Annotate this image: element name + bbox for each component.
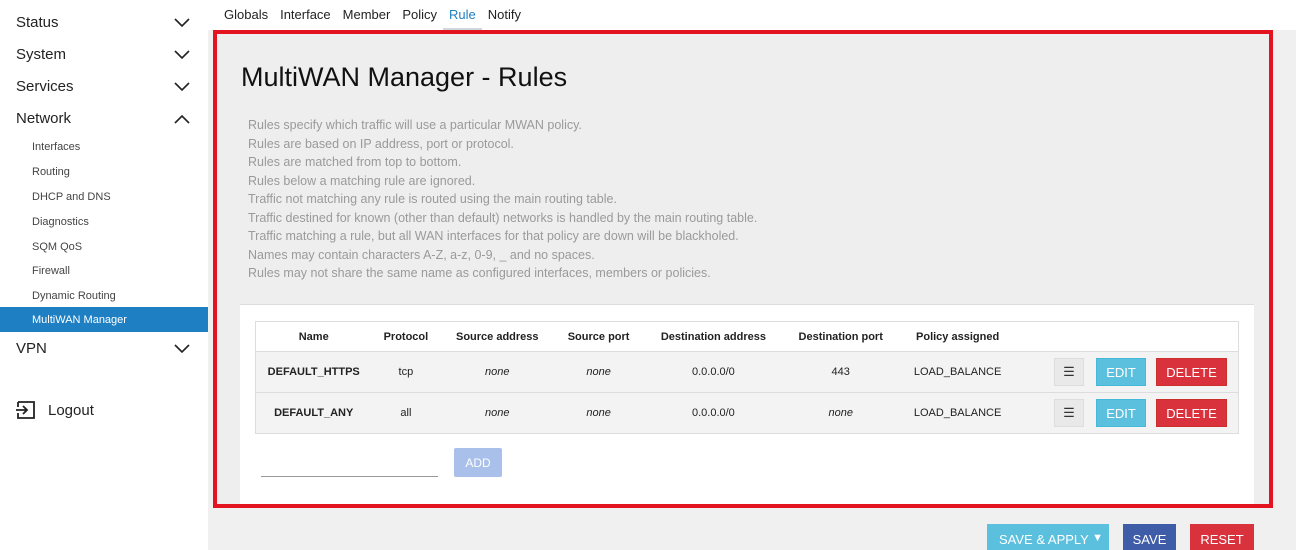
cell-source-port: none (554, 351, 644, 393)
rules-section: MultiWAN Manager - Rules Rules specify w… (213, 30, 1273, 508)
table-row: DEFAULT_HTTPS tcp none none 0.0.0.0/0 44… (255, 351, 1239, 393)
edit-button[interactable]: EDIT (1096, 399, 1146, 427)
page-description: Rules specify which traffic will use a p… (248, 116, 757, 283)
cell-actions: ☰ EDIT DELETE (1017, 351, 1239, 393)
sidebar-item-label: Services (16, 77, 74, 95)
column-header-policy-assigned: Policy assigned (897, 321, 1018, 352)
description-line: Rules are matched from top to bottom. (248, 155, 462, 169)
cell-actions: ☰ EDIT DELETE (1017, 392, 1239, 434)
sidebar-item-multiwan-manager[interactable]: MultiWAN Manager (0, 307, 208, 332)
cell-destination-port: none (783, 392, 898, 434)
cell-destination-address: 0.0.0.0/0 (643, 392, 784, 434)
column-header-source-port: Source port (554, 321, 644, 352)
description-line: Rules are based on IP address, port or p… (248, 136, 514, 151)
sidebar-item-services[interactable]: Services (0, 70, 208, 102)
column-header-name: Name (255, 321, 372, 352)
drag-handle-button[interactable]: ☰ (1054, 358, 1084, 386)
save-and-apply-button[interactable]: SAVE & APPLY ▼ (987, 524, 1109, 550)
description-line: Rules specify which traffic will use a p… (248, 118, 582, 132)
sidebar-item-vpn[interactable]: VPN (0, 332, 208, 364)
column-header-actions (1017, 321, 1239, 352)
cell-name: DEFAULT_ANY (255, 392, 372, 434)
row-actions: ☰ EDIT DELETE (1018, 399, 1238, 427)
drag-handle-button[interactable]: ☰ (1054, 399, 1084, 427)
caret-down-icon[interactable]: ▼ (1092, 532, 1103, 544)
sidebar-item-label: VPN (16, 339, 47, 357)
sidebar-item-dynamic-routing[interactable]: Dynamic Routing (0, 283, 208, 308)
column-header-destination-address: Destination address (643, 321, 784, 352)
sidebar-item-label: System (16, 45, 67, 63)
sidebar-item-label: Diagnostics (32, 215, 89, 228)
cell-protocol: all (371, 392, 441, 434)
description-line: Names may contain characters A-Z, a-z, 0… (248, 247, 595, 262)
delete-button[interactable]: DELETE (1156, 399, 1227, 427)
tab-notify[interactable]: Notify (482, 0, 527, 30)
sidebar-item-label: DHCP and DNS (32, 190, 111, 203)
cell-source-address: none (440, 392, 555, 434)
tab-globals[interactable]: Globals (218, 0, 274, 30)
cell-name: DEFAULT_HTTPS (255, 351, 372, 393)
column-header-protocol: Protocol (371, 321, 441, 352)
table-header-row: Name Protocol Source address Source port… (255, 321, 1239, 352)
rules-panel: Name Protocol Source address Source port… (240, 304, 1254, 504)
new-rule-name-input[interactable] (261, 455, 438, 477)
chevron-down-icon (174, 18, 190, 28)
sidebar-item-dhcp-dns[interactable]: DHCP and DNS (0, 184, 208, 209)
sidebar-item-network[interactable]: Network (0, 102, 208, 134)
tab-member[interactable]: Member (337, 0, 397, 30)
reset-button[interactable]: RESET (1190, 524, 1254, 550)
sidebar: Status System Services Network Interface… (0, 0, 208, 550)
cell-protocol: tcp (371, 351, 441, 393)
sidebar-item-routing[interactable]: Routing (0, 159, 208, 184)
sidebar-item-label: Routing (32, 165, 70, 178)
sidebar-item-label: MultiWAN Manager (32, 313, 127, 326)
cell-policy: LOAD_BALANCE (897, 392, 1018, 434)
description-line: Rules may not share the same name as con… (248, 266, 711, 280)
sidebar-item-status[interactable]: Status (0, 6, 208, 38)
chevron-down-icon (174, 82, 190, 92)
add-button[interactable]: ADD (454, 448, 502, 477)
sidebar-item-label: Network (16, 109, 72, 127)
chevron-down-icon (174, 344, 190, 354)
page-title: MultiWAN Manager - Rules (241, 62, 568, 92)
row-actions: ☰ EDIT DELETE (1018, 358, 1238, 386)
column-header-destination-port: Destination port (783, 321, 898, 352)
save-and-apply-label: SAVE & APPLY (999, 531, 1089, 547)
cell-destination-port: 443 (783, 351, 898, 393)
tab-bar: Globals Interface Member Policy Rule Not… (208, 0, 1296, 30)
sidebar-item-sqm-qos[interactable]: SQM QoS (0, 234, 208, 259)
edit-button[interactable]: EDIT (1096, 358, 1146, 386)
sidebar-item-label: SQM QoS (32, 240, 83, 253)
sidebar-item-label: Firewall (32, 264, 70, 277)
logout-button[interactable]: Logout (16, 400, 94, 420)
description-line: Traffic destined for known (other than d… (248, 210, 758, 225)
chevron-down-icon (174, 50, 190, 60)
table-row: DEFAULT_ANY all none none 0.0.0.0/0 none… (255, 392, 1239, 434)
rules-table: Name Protocol Source address Source port… (255, 321, 1239, 434)
chevron-up-icon (174, 114, 190, 124)
cell-destination-address: 0.0.0.0/0 (643, 351, 784, 393)
description-line: Traffic matching a rule, but all WAN int… (248, 229, 739, 243)
logout-icon (16, 401, 35, 419)
description-line: Rules below a matching rule are ignored. (248, 173, 476, 188)
tab-policy[interactable]: Policy (396, 0, 443, 30)
tab-rule[interactable]: Rule (443, 0, 482, 30)
sidebar-item-firewall[interactable]: Firewall (0, 258, 208, 283)
cell-policy: LOAD_BALANCE (897, 351, 1018, 393)
delete-button[interactable]: DELETE (1156, 358, 1227, 386)
save-button[interactable]: SAVE (1123, 524, 1176, 550)
description-line: Traffic not matching any rule is routed … (248, 192, 617, 206)
cell-source-port: none (554, 392, 644, 434)
column-header-source-address: Source address (440, 321, 555, 352)
sidebar-item-label: Dynamic Routing (32, 289, 116, 302)
sidebar-item-diagnostics[interactable]: Diagnostics (0, 209, 208, 234)
sidebar-item-label: Interfaces (32, 140, 81, 153)
cell-source-address: none (440, 351, 555, 393)
sidebar-item-system[interactable]: System (0, 38, 208, 70)
sidebar-item-label: Status (16, 13, 59, 31)
tab-interface[interactable]: Interface (274, 0, 337, 30)
logout-label: Logout (48, 401, 94, 419)
sidebar-item-interfaces[interactable]: Interfaces (0, 134, 208, 159)
